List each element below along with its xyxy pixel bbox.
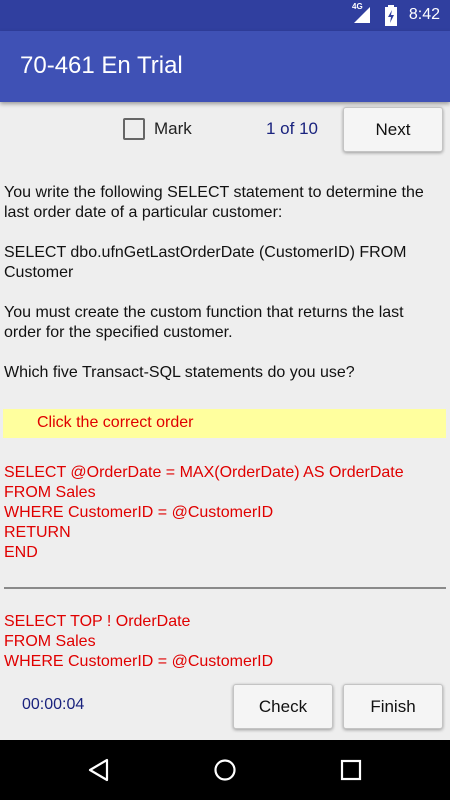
answer-line: FROM Sales: [4, 484, 96, 501]
check-button[interactable]: Check: [233, 684, 333, 729]
navigation-bar: [0, 740, 450, 800]
question-counter: 1 of 10: [266, 119, 318, 138]
signal-icon: [354, 7, 370, 23]
answer-line: WHERE CustomerID = @CustomerID: [4, 653, 274, 670]
answer-line: END: [4, 544, 38, 561]
finish-button[interactable]: Finish: [343, 684, 443, 729]
answer-line: RETURN: [4, 524, 71, 541]
home-icon[interactable]: [213, 758, 237, 782]
question-paragraph: Which five Transact-SQL statements do yo…: [4, 364, 355, 381]
back-icon[interactable]: [87, 758, 111, 782]
app-title: 70-461 En Trial: [20, 52, 183, 79]
answer-line: SELECT TOP ! OrderDate: [4, 613, 191, 630]
question-paragraph: SELECT dbo.ufnGetLastOrderDate (Customer…: [4, 244, 407, 281]
answer-line: SELECT @OrderDate = MAX(OrderDate) AS Or…: [4, 464, 404, 481]
mark-checkbox[interactable]: [123, 118, 145, 140]
recents-icon[interactable]: [339, 758, 363, 782]
status-bar: 4G 8:42: [0, 0, 450, 31]
timer: 00:00:04: [22, 696, 85, 713]
answer-line: WHERE CustomerID = @CustomerID: [4, 504, 274, 521]
answer-line: FROM Sales: [4, 633, 96, 650]
answer-option[interactable]: SELECT @OrderDate = MAX(OrderDate) AS Or…: [4, 463, 444, 563]
next-button[interactable]: Next: [343, 107, 443, 152]
question-paragraph: You write the following SELECT statement…: [4, 184, 424, 221]
instruction-banner: Click the correct order: [3, 409, 446, 438]
mark-label[interactable]: Mark: [154, 119, 192, 139]
question-paragraph: You must create the custom function that…: [4, 304, 404, 341]
divider: [4, 587, 446, 589]
clock: 8:42: [408, 6, 440, 23]
app-bar: 70-461 En Trial: [0, 31, 450, 102]
instruction-text: Click the correct order: [37, 414, 194, 431]
battery-icon: [385, 5, 397, 26]
question-text: You write the following SELECT statement…: [4, 183, 444, 403]
answer-option[interactable]: SELECT TOP ! OrderDate FROM Sales WHERE …: [4, 612, 444, 672]
